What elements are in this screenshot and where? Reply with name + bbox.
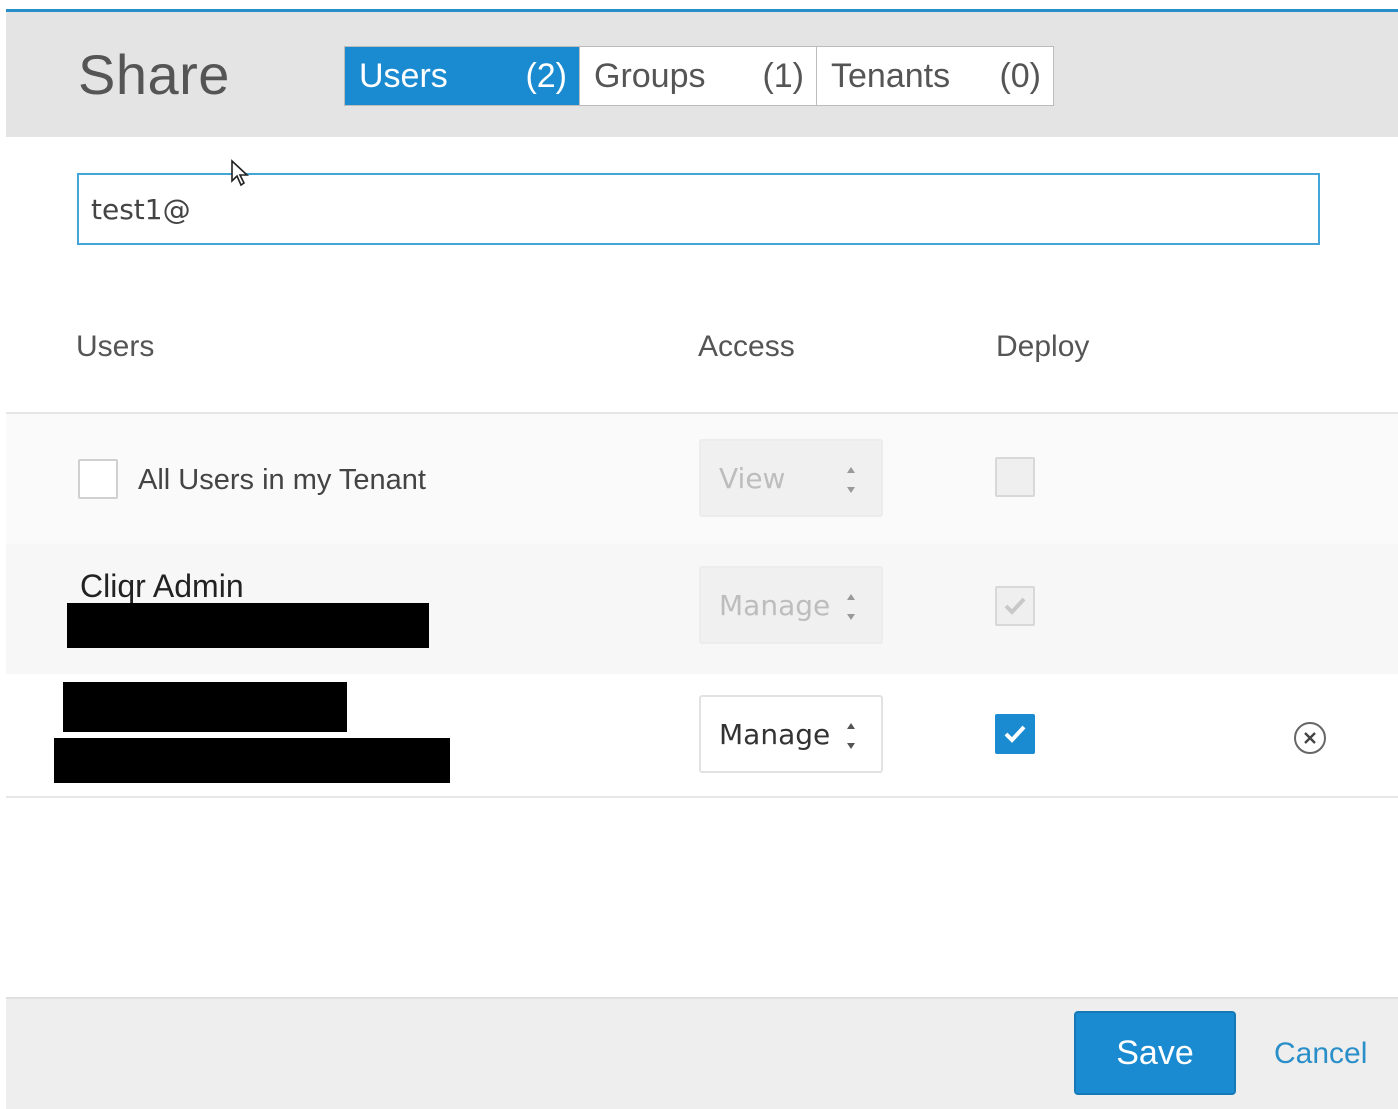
share-dialog: Share Users (2) Groups (1) Tenants (0) U… [6, 9, 1398, 1109]
tab-groups-label: Groups [594, 56, 706, 95]
tab-groups-count: (1) [762, 56, 804, 95]
cursor-arrow-icon [231, 159, 250, 187]
save-button[interactable]: Save [1074, 1011, 1236, 1095]
dialog-footer: Save Cancel [6, 997, 1398, 1109]
column-header-access: Access [698, 330, 795, 363]
redacted-name [63, 682, 347, 732]
checkmark-icon [1004, 725, 1026, 743]
tab-tenants-count: (0) [999, 56, 1041, 95]
tab-tenants-label: Tenants [831, 56, 951, 95]
column-header-deploy: Deploy [996, 330, 1090, 363]
access-value: View [719, 461, 786, 495]
redacted-email [67, 603, 429, 648]
access-select-admin[interactable]: Manage [699, 566, 883, 644]
access-value: Manage [719, 717, 831, 751]
share-tabs: Users (2) Groups (1) Tenants (0) [344, 46, 1054, 106]
spinner-arrows-icon [847, 594, 855, 620]
deploy-checkbox-user[interactable] [995, 714, 1035, 754]
remove-circle-icon[interactable] [1292, 720, 1328, 756]
user-name: Cliqr Admin [80, 568, 244, 604]
tab-users[interactable]: Users (2) [345, 47, 580, 105]
dialog-title: Share [78, 43, 230, 106]
all-users-label: All Users in my Tenant [138, 464, 426, 496]
cancel-link[interactable]: Cancel [1274, 1037, 1367, 1071]
tab-groups[interactable]: Groups (1) [580, 47, 817, 105]
spinner-arrows-icon [847, 467, 855, 493]
tab-tenants[interactable]: Tenants (0) [817, 47, 1053, 105]
dialog-header: Share Users (2) Groups (1) Tenants (0) [6, 12, 1398, 137]
column-header-users: Users [76, 330, 155, 363]
access-select-all-users[interactable]: View [699, 439, 883, 517]
deploy-checkbox-admin[interactable] [995, 586, 1035, 626]
tab-users-label: Users [359, 56, 448, 95]
access-value: Manage [719, 588, 831, 622]
checkmark-icon [1004, 597, 1026, 615]
user-search-input[interactable] [77, 173, 1320, 245]
redacted-email [54, 738, 450, 783]
all-users-checkbox[interactable] [78, 459, 118, 499]
spinner-arrows-icon [847, 723, 855, 749]
access-select-user[interactable]: Manage [699, 695, 883, 773]
tab-users-count: (2) [525, 56, 567, 95]
deploy-checkbox-all-users[interactable] [995, 457, 1035, 497]
